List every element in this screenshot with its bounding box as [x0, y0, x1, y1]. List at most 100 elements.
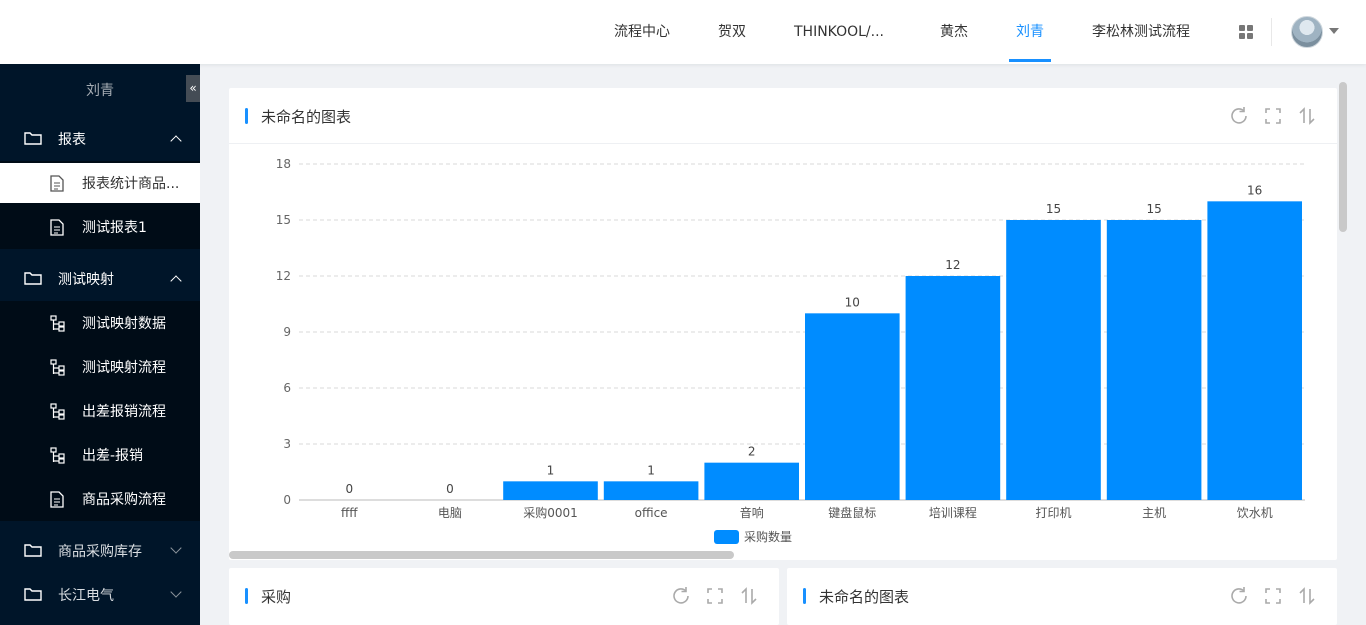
folder-icon — [24, 271, 42, 285]
data-label: 0 — [345, 482, 353, 496]
x-tick-label: 饮水机 — [1237, 506, 1273, 520]
legend-label: 采购数量 — [744, 529, 792, 544]
sidebar: 刘青 « 报表报表统计商品... 测试报表1 测试映射测试映射数据测试映射流程出差报… — [0, 64, 200, 625]
nav-tab-0[interactable]: 流程中心 — [614, 0, 670, 64]
data-label: 15 — [1146, 202, 1161, 216]
document-icon — [50, 491, 64, 508]
bar — [1106, 220, 1202, 500]
y-tick-label: 15 — [276, 213, 291, 227]
nav-tab-1[interactable]: 贺双 — [718, 0, 746, 64]
sidebar-item-label: 出差-报销 — [82, 448, 144, 464]
bar — [1006, 220, 1101, 500]
sidebar-item-label: 测试映射数据 — [82, 316, 166, 332]
sidebar-item-0-0[interactable]: 报表统计商品... — [0, 163, 200, 203]
tree-icon — [50, 403, 65, 420]
data-label: 12 — [945, 258, 960, 272]
sidebar-item-1-2[interactable]: 出差报销流程 — [0, 391, 200, 431]
sidebar-group-2[interactable]: 商品采购库存 — [0, 529, 200, 573]
bar-chart: 0 3 6 9 12 15 18 0 ffff 0 电脑 1 采购0001 1 office 2 音响 10 键盘鼠… — [276, 157, 1305, 544]
logo-area — [0, 0, 200, 64]
refresh-icon[interactable] — [1229, 586, 1249, 606]
bar — [805, 313, 900, 500]
card-title: 采购 — [261, 588, 292, 606]
card-tools — [1229, 586, 1325, 606]
sidebar-group-label: 长江电气 — [58, 588, 114, 604]
fullscreen-icon[interactable] — [705, 586, 725, 606]
sidebar-group-label: 测试映射 — [58, 272, 114, 288]
data-label: 1 — [647, 463, 655, 477]
nav-tab-3[interactable]: 黄杰 — [940, 0, 968, 64]
sidebar-group-3[interactable]: 长江电气 — [0, 573, 200, 617]
sidebar-item-1-4[interactable]: 商品采购流程 — [0, 479, 200, 519]
sidebar-user-name: 刘青 — [86, 83, 114, 99]
card-accent-bar — [245, 588, 248, 604]
chevron-up-icon — [170, 135, 182, 147]
y-tick-label: 18 — [276, 157, 291, 171]
card-accent-bar — [803, 588, 806, 604]
card-title: 未命名的图表 — [261, 108, 352, 126]
tree-icon — [50, 315, 65, 332]
fullscreen-icon[interactable] — [1263, 106, 1283, 126]
main-chart-card: 未命名的图表 0 3 6 9 12 15 18 0 ffff 0 电脑 1 采购0001 1 office 2… — [229, 88, 1337, 560]
chevron-up-icon — [170, 275, 182, 287]
sidebar-group-1[interactable]: 测试映射 — [0, 257, 200, 301]
data-label: 15 — [1046, 202, 1061, 216]
sidebar-item-label: 报表统计商品... — [82, 176, 180, 192]
nav-divider — [1271, 18, 1272, 46]
nav-tab-4[interactable]: 刘青 — [1009, 0, 1051, 64]
nav-tab-2[interactable]: THINKOOL/... — [794, 0, 884, 64]
sidebar-item-1-1[interactable]: 测试映射流程 — [0, 347, 200, 387]
horizontal-scrollbar[interactable] — [229, 551, 734, 559]
sidebar-item-1-3[interactable]: 出差-报销 — [0, 435, 200, 475]
bar — [1207, 201, 1302, 501]
nav-tab-5[interactable]: 李松林测试流程 — [1092, 0, 1190, 64]
sidebar-item-label: 测试报表1 — [82, 220, 147, 236]
x-tick-label: 培训课程 — [929, 505, 977, 520]
y-tick-label: 3 — [283, 437, 291, 451]
x-tick-label: office — [635, 506, 668, 520]
refresh-icon[interactable] — [1229, 106, 1249, 126]
bottom-card-right: 未命名的图表 — [787, 568, 1337, 625]
sidebar-collapse-button[interactable]: « — [186, 75, 200, 102]
bottom-card-left: 采购 — [229, 568, 779, 625]
card-header: 未命名的图表 — [229, 88, 1337, 144]
top-nav-bar: 流程中心 贺双 THINKOOL/... 黄杰 刘青 李松林测试流程 — [0, 0, 1366, 64]
bar — [905, 276, 1001, 500]
y-tick-label: 12 — [276, 269, 291, 283]
bar — [704, 462, 799, 500]
bar — [603, 481, 699, 500]
folder-icon — [24, 587, 42, 601]
x-tick-label: 打印机 — [1035, 506, 1071, 520]
sort-icon[interactable] — [739, 586, 759, 606]
data-label: 1 — [547, 463, 555, 477]
tree-icon — [50, 447, 65, 464]
sidebar-group-0[interactable]: 报表 — [0, 117, 200, 161]
vertical-scrollbar[interactable] — [1339, 82, 1347, 232]
sidebar-submenu-0: 报表统计商品... 测试报表1 — [0, 161, 200, 249]
card-tools — [1229, 106, 1325, 126]
caret-down-icon[interactable] — [1329, 28, 1339, 34]
user-avatar[interactable] — [1291, 16, 1323, 48]
x-tick-label: ffff — [341, 506, 358, 520]
bar — [503, 481, 598, 500]
sidebar-item-label: 商品采购流程 — [82, 492, 166, 508]
sort-icon[interactable] — [1297, 106, 1317, 126]
sort-icon[interactable] — [1297, 586, 1317, 606]
grid-icon[interactable] — [1239, 25, 1253, 39]
chevron-down-icon — [170, 586, 182, 598]
fullscreen-icon[interactable] — [1263, 586, 1283, 606]
sidebar-item-1-0[interactable]: 测试映射数据 — [0, 303, 200, 343]
sidebar-item-0-1[interactable]: 测试报表1 — [0, 207, 200, 247]
sidebar-group-label: 商品采购库存 — [58, 544, 142, 560]
refresh-icon[interactable] — [671, 586, 691, 606]
card-accent-bar — [245, 108, 248, 124]
x-tick-label: 键盘鼠标 — [828, 505, 876, 520]
legend-swatch — [714, 530, 739, 544]
x-tick-label: 电脑 — [438, 506, 462, 520]
data-label: 2 — [748, 445, 756, 459]
sidebar-submenu-1: 测试映射数据测试映射流程出差报销流程 出差-报销商品采购流程 — [0, 301, 200, 521]
data-label: 0 — [446, 482, 454, 496]
sidebar-item-label: 出差报销流程 — [82, 404, 166, 420]
document-icon — [50, 219, 64, 236]
data-label: 16 — [1247, 183, 1262, 197]
